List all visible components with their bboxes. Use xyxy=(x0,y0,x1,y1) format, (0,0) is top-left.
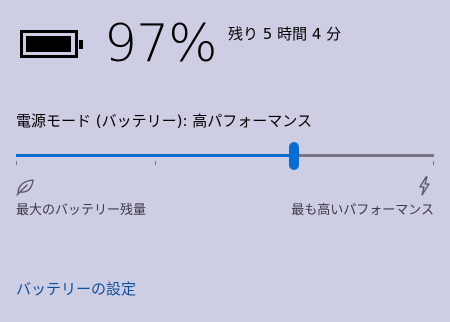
battery-icon xyxy=(20,30,83,58)
power-mode-heading: 電源モード (バッテリー): 高パフォーマンス xyxy=(16,112,312,130)
time-remaining: 残り 5 時間 4 分 xyxy=(228,25,342,43)
best-performance-label: 最も高いパフォーマンス xyxy=(291,203,434,218)
battery-fill xyxy=(26,36,71,52)
power-mode-slider[interactable] xyxy=(16,140,434,170)
battery-settings-link[interactable]: バッテリーの設定 xyxy=(16,279,136,299)
battery-tip xyxy=(79,40,83,49)
slider-thumb[interactable] xyxy=(288,142,299,170)
slider-tick xyxy=(16,161,17,165)
slider-tick xyxy=(433,161,434,165)
battery-percentage: 97% xyxy=(104,14,218,74)
lightning-bolt-icon xyxy=(414,176,434,196)
slider-fill xyxy=(16,154,294,157)
slider-tick xyxy=(155,161,157,165)
max-battery-label: 最大のバッテリー残量 xyxy=(16,203,147,218)
leaf-icon xyxy=(15,178,35,196)
